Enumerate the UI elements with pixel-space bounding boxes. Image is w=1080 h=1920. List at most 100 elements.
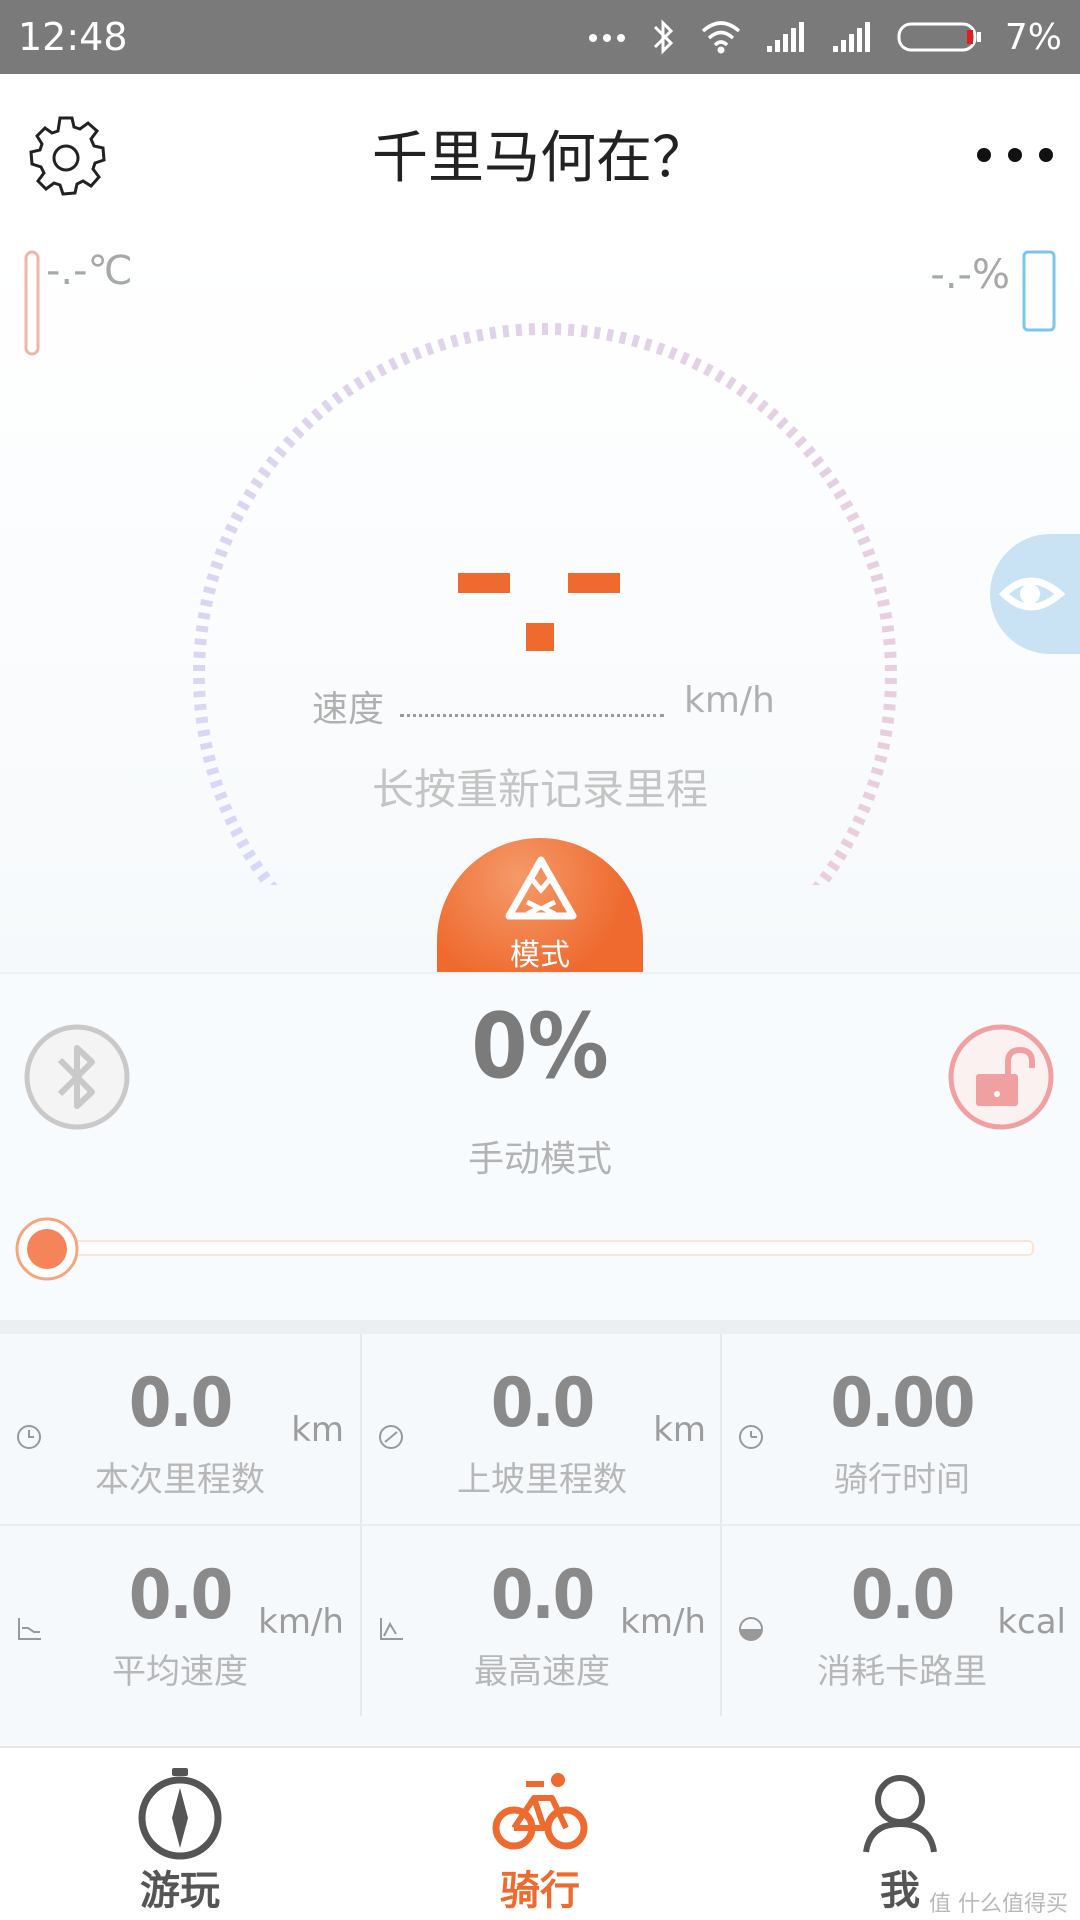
dial-tick xyxy=(219,535,233,546)
dial-tick xyxy=(269,881,278,885)
stat-value: 0.00 xyxy=(830,1364,976,1443)
header: 千里马何在？ xyxy=(0,74,1080,244)
stat-unit: km/h xyxy=(620,1602,706,1642)
dial-tick xyxy=(862,547,876,558)
dial-tick xyxy=(643,338,653,352)
dial-tick xyxy=(364,369,376,384)
stat-uphill-distance: 0.0 km 上坡里程数 xyxy=(360,1334,722,1524)
dial-tick xyxy=(876,598,890,608)
assist-percent: 0% xyxy=(471,994,609,1099)
dial-tick xyxy=(580,324,588,338)
dial-tick xyxy=(224,815,238,826)
dial-tick xyxy=(785,426,799,439)
thermometer-icon xyxy=(24,250,40,356)
dial-tick xyxy=(311,408,324,422)
assist-slider-track[interactable] xyxy=(50,1240,1034,1256)
bottom-nav: 游玩 骑行 我 值 什么值得买 xyxy=(0,1746,1080,1920)
dial-tick xyxy=(301,416,314,430)
dial-tick xyxy=(691,357,703,371)
dial-tick xyxy=(400,351,411,366)
dial-tick xyxy=(236,838,250,850)
dial-tick xyxy=(839,499,854,512)
battery-icon xyxy=(897,22,981,52)
dial-tick xyxy=(475,328,485,342)
stat-value: 0.0 xyxy=(490,1364,595,1443)
dial-tick xyxy=(282,435,296,449)
dial-tick xyxy=(197,729,211,738)
user-icon xyxy=(863,1775,937,1853)
dial-tick xyxy=(794,435,808,449)
nav-item-play[interactable]: 游玩 xyxy=(0,1748,360,1920)
dial-tick xyxy=(450,334,459,348)
battery-level-text: -.-% xyxy=(930,252,1010,298)
stats-row: 0.0 km/h 平均速度 0.0 km/h 最高速度 0.0 kcal 消耗卡… xyxy=(0,1524,1080,1716)
stat-unit: km xyxy=(653,1410,706,1450)
dial-tick xyxy=(567,323,575,337)
dial-tick xyxy=(879,611,893,620)
dial-tick xyxy=(631,334,640,348)
signal-icon xyxy=(766,22,804,52)
dial-tick xyxy=(387,357,399,371)
stat-value: 0.0 xyxy=(128,1364,233,1443)
more-dots-icon[interactable] xyxy=(970,140,1060,170)
nav-item-ride[interactable]: 骑行 xyxy=(360,1748,720,1920)
dial-tick xyxy=(230,826,244,838)
dial-tick xyxy=(851,523,866,535)
status-bar: 12:48 7% xyxy=(0,0,1080,74)
dial-tick xyxy=(243,488,257,500)
dial-tick xyxy=(618,331,628,345)
dial-tick xyxy=(725,376,737,390)
dial-tick xyxy=(424,342,435,356)
wifi-icon xyxy=(701,21,741,54)
reset-mileage-hint[interactable]: 长按重新记录里程 xyxy=(0,756,1080,817)
stat-label: 上坡里程数 xyxy=(457,1460,627,1500)
dial-tick xyxy=(883,703,896,711)
dial-tick xyxy=(195,716,209,724)
assist-slider-handle[interactable] xyxy=(14,1216,80,1282)
stat-label: 平均速度 xyxy=(112,1652,248,1692)
speed-value-line xyxy=(400,714,664,717)
section-divider xyxy=(0,1320,1080,1334)
dial-tick xyxy=(756,399,769,413)
dial-tick xyxy=(884,690,897,698)
dial-tick xyxy=(342,383,355,398)
app-screen: 12:48 7% 千里马何在？ -.-℃ -.-% 速度 km/h 长按重新记录… xyxy=(0,0,1080,1920)
stat-label: 最高速度 xyxy=(474,1652,610,1692)
dial-tick xyxy=(870,573,884,583)
dial-tick xyxy=(194,638,207,646)
stat-unit: km xyxy=(291,1410,344,1450)
dial-tick xyxy=(746,391,759,405)
mode-button-label: 模式 xyxy=(510,938,570,972)
dial-tick xyxy=(502,324,510,338)
side-eye-tab[interactable] xyxy=(990,534,1080,654)
dial-tick xyxy=(881,625,895,633)
dial-tick xyxy=(412,346,423,361)
control-panel: 0% 手动模式 xyxy=(0,972,1080,1322)
battery-percent: 7% xyxy=(1004,16,1062,58)
dial-tick xyxy=(866,560,880,570)
dial-tick xyxy=(199,741,213,751)
page-title: 千里马何在？ xyxy=(372,126,708,191)
dial-tick xyxy=(200,598,214,608)
dial-tick xyxy=(488,326,497,340)
dial-tick xyxy=(826,860,841,872)
dial-tick xyxy=(593,326,602,340)
unlock-icon[interactable] xyxy=(946,1022,1056,1132)
stat-value: 0.0 xyxy=(850,1556,955,1635)
dial-tick xyxy=(214,547,228,558)
nav-label: 游玩 xyxy=(140,1868,220,1914)
stat-unit: km/h xyxy=(258,1602,344,1642)
dial-tick xyxy=(250,477,264,490)
status-icons: 7% xyxy=(587,0,1062,74)
dial-tick xyxy=(655,342,666,356)
dial-tick xyxy=(879,729,893,738)
dial-tick xyxy=(321,399,334,413)
dial-tick xyxy=(193,651,206,659)
clock-icon xyxy=(17,1425,41,1449)
dial-tick xyxy=(236,499,251,512)
calorie-icon xyxy=(739,1617,763,1641)
signal-icon xyxy=(832,22,870,52)
timer-icon xyxy=(739,1425,763,1449)
stat-ride-time: 0.00 骑行时间 xyxy=(720,1334,1080,1524)
dial-tick xyxy=(331,391,344,405)
